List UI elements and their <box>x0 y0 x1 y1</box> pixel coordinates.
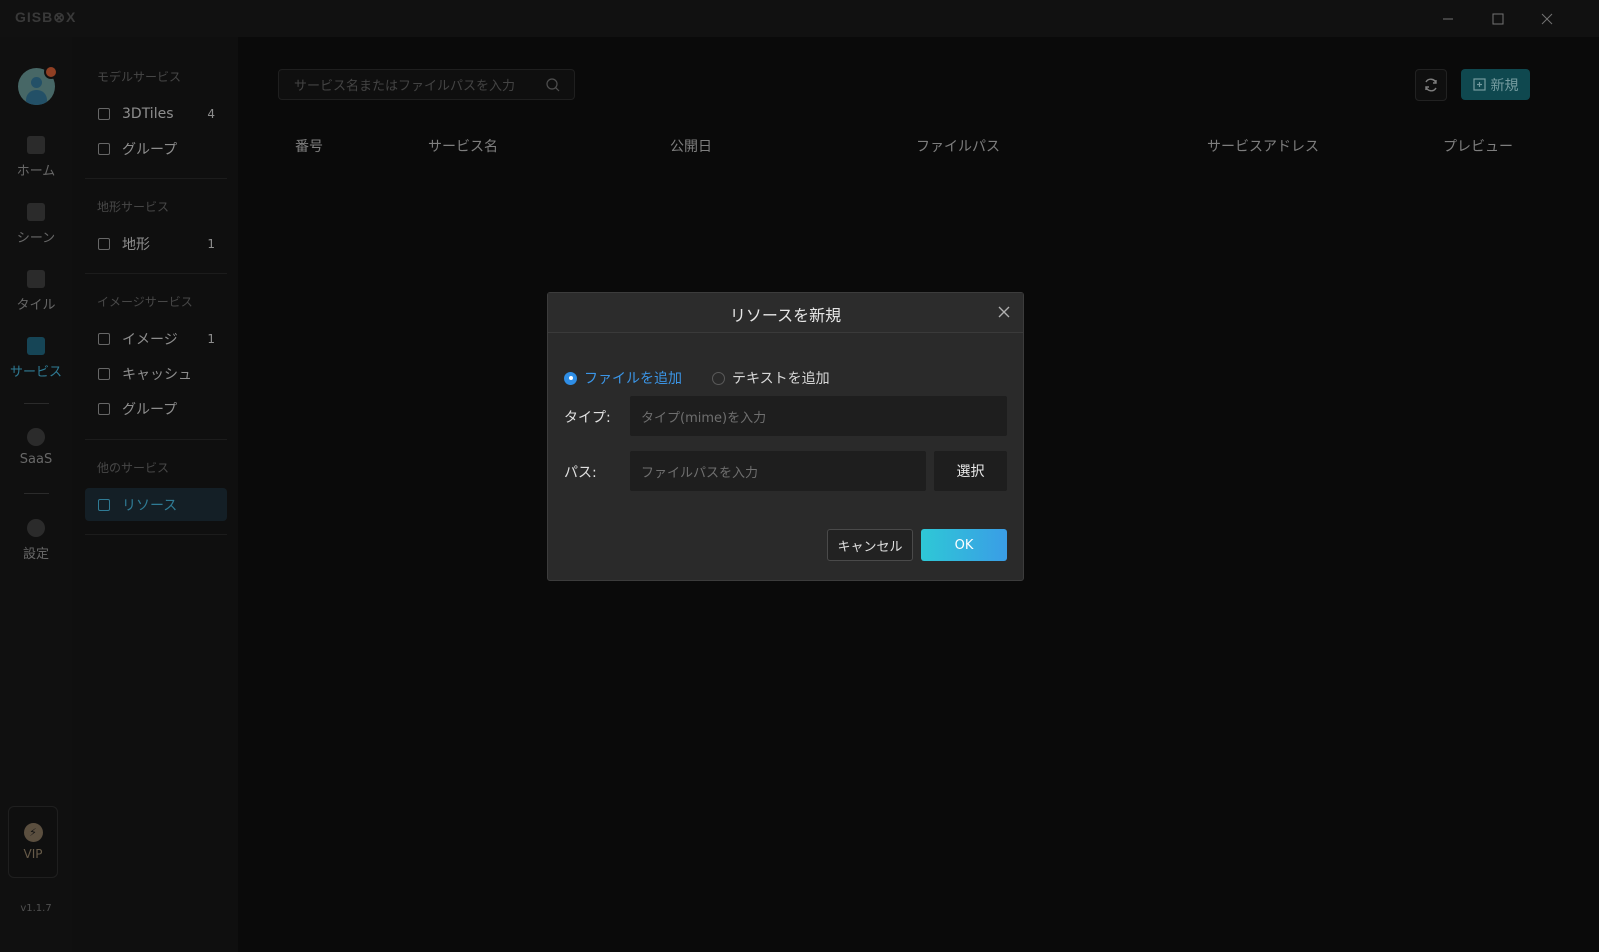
type-input[interactable]: タイプ(mime)を入力 <box>630 396 1007 436</box>
radio-dot <box>564 371 577 385</box>
type-placeholder: タイプ(mime)を入力 <box>641 410 767 426</box>
cancel-button[interactable]: キャンセル <box>827 529 913 561</box>
dialog-header: リソースを新規 <box>548 293 1023 333</box>
type-label: タイプ: <box>564 410 611 426</box>
radio-add-text[interactable]: テキストを追加 <box>712 368 830 388</box>
path-input[interactable]: ファイルパスを入力 <box>630 451 926 491</box>
radio-dot <box>712 371 725 385</box>
new-resource-dialog: リソースを新規 ファイルを追加 テキストを追加 タイプ: タイプ(mime)を入… <box>547 292 1024 581</box>
path-label: パス: <box>564 465 597 481</box>
radio-add-file[interactable]: ファイルを追加 <box>564 368 682 388</box>
path-placeholder: ファイルパスを入力 <box>641 465 759 481</box>
select-file-button[interactable]: 選択 <box>934 451 1007 491</box>
ok-button[interactable]: OK <box>921 529 1007 561</box>
app-window: GISB⊗X ホーム シーン タイル サービス SaaS 設定 ⚡ VIP v1… <box>0 0 1599 952</box>
radio-label: ファイルを追加 <box>584 371 682 387</box>
radio-label: テキストを追加 <box>732 371 830 387</box>
dialog-title: リソースを新規 <box>729 306 842 325</box>
close-icon[interactable] <box>997 305 1011 319</box>
